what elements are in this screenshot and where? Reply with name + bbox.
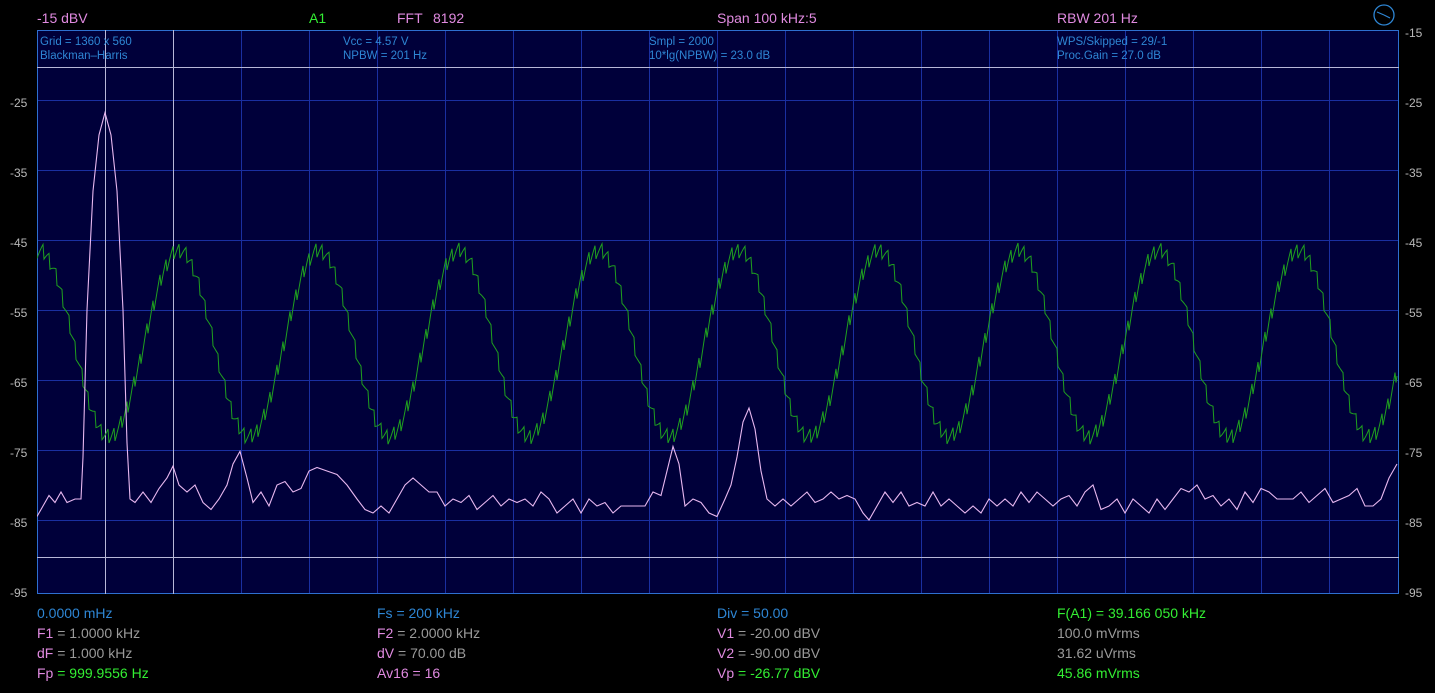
- vcc-info: Vcc = 4.57 V: [343, 36, 409, 48]
- y-label-right: -55: [1405, 306, 1423, 320]
- start-frequency[interactable]: 0.0000 mHz: [37, 603, 149, 623]
- readout-col-3: Div = 50.00 V1 = -20.00 dBV V2 = -90.00 …: [717, 603, 820, 683]
- y-label-right: -95: [1405, 586, 1423, 600]
- window-info: Blackman–Harris: [40, 50, 128, 62]
- smpl-info: Smpl = 2000: [649, 36, 714, 48]
- f2-readout[interactable]: F2 = 2.0000 kHz: [377, 623, 480, 643]
- spectrum-plot[interactable]: [37, 30, 1399, 594]
- y-label-left: -35: [10, 166, 28, 180]
- y-label-right: -45: [1405, 236, 1423, 250]
- vp-rms-readout: 45.86 mVrms: [1057, 665, 1140, 681]
- v2-readout[interactable]: V2 = -90.00 dBV: [717, 643, 820, 663]
- info-block-3: Smpl = 2000 10*lg(NPBW) = 23.0 dB: [649, 35, 770, 63]
- v2-rms-readout: 31.62 uVrms: [1057, 645, 1136, 661]
- lg-npbw-info: 10*lg(NPBW) = 23.0 dB: [649, 50, 771, 62]
- proc-gain-info: Proc.Gain = 27.0 dB: [1057, 50, 1161, 62]
- y-label-right: -85: [1405, 516, 1423, 530]
- channel-label[interactable]: A1: [309, 10, 326, 26]
- readout-col-2: Fs = 200 kHz F2 = 2.0000 kHz dV = 70.00 …: [377, 603, 480, 683]
- fp-readout[interactable]: Fp = 999.9556 Hz: [37, 663, 149, 683]
- info-block-2: Vcc = 4.57 V NPBW = 201 Hz: [343, 35, 427, 63]
- info-block-4: WPS/Skipped = 29/-1 Proc.Gain = 27.0 dB: [1057, 35, 1167, 63]
- readout-col-1: 0.0000 mHz F1 = 1.0000 kHz dF = 1.000 kH…: [37, 603, 149, 683]
- info-block-1: Grid = 1360 x 560 Blackman–Harris: [40, 35, 132, 63]
- y-label-left: -65: [10, 376, 28, 390]
- grid-info: Grid = 1360 x 560: [40, 36, 132, 48]
- y-label-left: -95: [10, 586, 28, 600]
- frequency-a1-readout[interactable]: F(A1) = 39.166 050 kHz: [1057, 603, 1206, 623]
- fft-label: FFT: [397, 10, 423, 26]
- y-label-left: -25: [10, 96, 28, 110]
- f1-readout[interactable]: F1 = 1.0000 kHz: [37, 623, 149, 643]
- dv-readout[interactable]: dV = 70.00 dB: [377, 643, 480, 663]
- ref-level[interactable]: -15 dBV: [37, 10, 88, 26]
- y-label-right: -15: [1405, 26, 1423, 40]
- wps-info: WPS/Skipped = 29/-1: [1057, 36, 1168, 48]
- y-label-left: -55: [10, 306, 28, 320]
- v1-readout[interactable]: V1 = -20.00 dBV: [717, 623, 820, 643]
- y-label-left: -45: [10, 236, 28, 250]
- v1-rms-readout: 100.0 mVrms: [1057, 625, 1140, 641]
- npbw-info: NPBW = 201 Hz: [343, 50, 428, 62]
- y-label-right: -35: [1405, 166, 1423, 180]
- div-readout[interactable]: Div = 50.00: [717, 603, 820, 623]
- y-label-left: -85: [10, 516, 28, 530]
- y-label-right: -75: [1405, 446, 1423, 460]
- span-label[interactable]: Span 100 kHz:5: [717, 10, 817, 26]
- readout-col-4: F(A1) = 39.166 050 kHz 100.0 mVrms 31.62…: [1057, 603, 1206, 683]
- vp-readout[interactable]: Vp = -26.77 dBV: [717, 663, 820, 683]
- av-readout[interactable]: Av16 = 16: [377, 663, 480, 683]
- rbw-label[interactable]: RBW 201 Hz: [1057, 10, 1138, 26]
- fs-readout[interactable]: Fs = 200 kHz: [377, 603, 480, 623]
- clock-icon[interactable]: [1373, 4, 1395, 26]
- y-label-right: -65: [1405, 376, 1423, 390]
- y-label-left: -75: [10, 446, 28, 460]
- y-label-right: -25: [1405, 96, 1423, 110]
- df-readout[interactable]: dF = 1.000 kHz: [37, 643, 149, 663]
- fft-size[interactable]: 8192: [433, 10, 464, 26]
